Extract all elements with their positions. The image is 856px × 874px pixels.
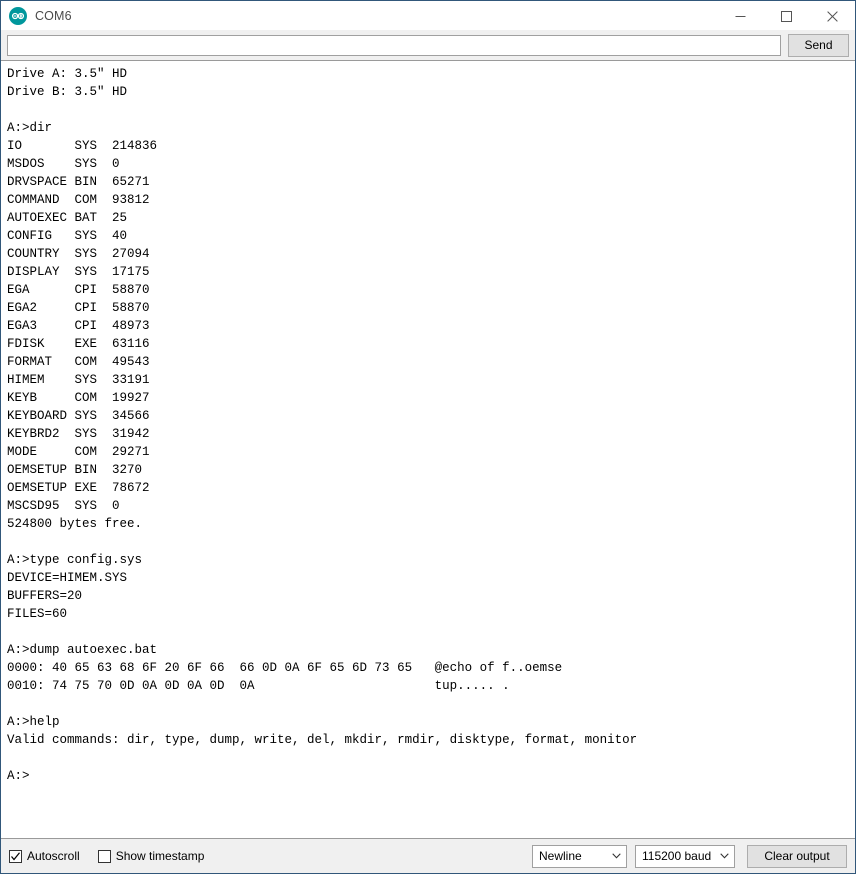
baud-rate-select[interactable]: 115200 baud xyxy=(635,844,735,868)
line-ending-value: Newline xyxy=(539,849,582,863)
serial-output-area[interactable]: Drive A: 3.5" HD Drive B: 3.5" HD A:>dir… xyxy=(1,60,855,839)
autoscroll-checkbox[interactable]: Autoscroll xyxy=(9,849,80,863)
send-toolbar: Send xyxy=(1,30,855,60)
title-bar-left: COM6 xyxy=(1,6,72,25)
maximize-button[interactable] xyxy=(763,1,809,31)
title-bar: COM6 xyxy=(1,0,855,30)
minimize-button[interactable] xyxy=(717,1,763,31)
autoscroll-label: Autoscroll xyxy=(27,849,80,863)
serial-send-input[interactable] xyxy=(7,34,781,56)
send-button[interactable]: Send xyxy=(788,33,849,57)
clear-output-button[interactable]: Clear output xyxy=(747,844,847,868)
close-button[interactable] xyxy=(809,1,855,31)
show-timestamp-checkbox-box[interactable] xyxy=(97,849,111,863)
window-controls xyxy=(717,1,855,31)
window-title: COM6 xyxy=(35,8,72,23)
checkmark-icon xyxy=(11,851,20,860)
autoscroll-checkbox-box[interactable] xyxy=(9,849,22,863)
show-timestamp-label: Show timestamp xyxy=(115,849,205,863)
serial-output-text: Drive A: 3.5" HD Drive B: 3.5" HD A:>dir… xyxy=(7,67,638,783)
serial-monitor-window: COM6 Send Drive A: 3.5" HD Drive B: 3.5"… xyxy=(0,0,856,874)
status-bar: Autoscroll Show timestamp Newline 115200… xyxy=(1,839,855,873)
maximize-icon xyxy=(780,10,792,22)
show-timestamp-checkbox[interactable]: Show timestamp xyxy=(97,849,205,863)
baud-rate-value: 115200 baud xyxy=(642,849,712,863)
arduino-logo-icon xyxy=(9,6,27,25)
minimize-icon xyxy=(735,15,745,17)
line-ending-select[interactable]: Newline xyxy=(532,844,627,868)
close-icon xyxy=(826,10,838,22)
chevron-down-icon xyxy=(714,853,734,859)
chevron-down-icon xyxy=(606,853,626,859)
